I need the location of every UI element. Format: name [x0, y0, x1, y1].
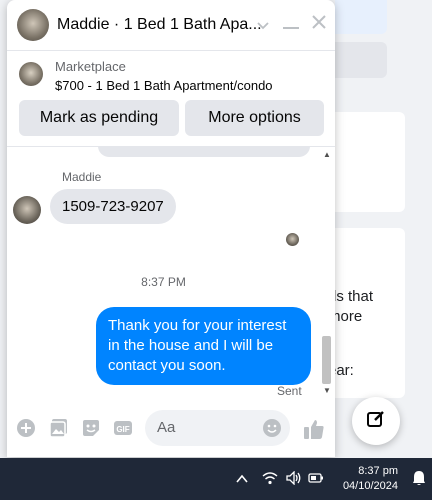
composer-bar: GIF Aa	[7, 398, 335, 457]
background-card	[335, 112, 405, 212]
incoming-message-bubble: 1509-723-9207	[50, 189, 176, 224]
new-message-button[interactable]	[352, 397, 400, 445]
sender-name: Maddie	[62, 170, 102, 184]
gif-icon[interactable]: GIF	[113, 418, 133, 438]
sender-avatar[interactable]	[13, 196, 41, 224]
sent-status: Sent	[277, 384, 302, 398]
clock-time: 8:37 pm	[358, 465, 398, 477]
compose-icon	[366, 409, 386, 434]
message-input-placeholder: Aa	[157, 419, 176, 436]
scrollbar-thumb[interactable]	[322, 336, 331, 384]
thumbs-up-icon[interactable]	[303, 418, 325, 440]
previous-message-bubble	[98, 147, 310, 157]
background-button	[335, 42, 387, 78]
clock-date: 04/10/2024	[342, 480, 398, 492]
chevron-up-icon[interactable]	[236, 471, 248, 487]
photo-icon[interactable]	[49, 418, 69, 438]
outgoing-message-bubble: Thank you for your interest in the house…	[96, 307, 311, 385]
sticker-icon[interactable]	[81, 418, 101, 438]
battery-icon[interactable]	[308, 471, 324, 488]
listing-thumbnail[interactable]	[19, 62, 43, 86]
message-timestamp: 8:37 PM	[141, 275, 186, 289]
notification-bell-icon[interactable]	[412, 470, 426, 491]
chevron-down-icon[interactable]	[255, 14, 271, 34]
close-icon[interactable]	[311, 14, 327, 34]
listing-title[interactable]: $700 - 1 Bed 1 Bath Apartment/condo	[55, 78, 273, 93]
svg-text:GIF: GIF	[116, 425, 129, 434]
more-options-button[interactable]: More options	[185, 100, 324, 136]
plus-circle-icon[interactable]	[16, 418, 36, 438]
wifi-icon[interactable]	[262, 471, 278, 488]
chat-title[interactable]: Maddie · 1 Bed 1 Bath Apa...	[57, 16, 262, 34]
message-list: Maddie 1509-723-9207 8:37 PM Thank you f…	[7, 146, 335, 398]
background-highlight	[335, 0, 387, 34]
taskbar: 8:37 pm 04/10/2024	[0, 458, 432, 500]
emoji-icon[interactable]	[262, 418, 282, 438]
scroll-up-icon[interactable]: ▲	[323, 150, 331, 159]
volume-icon[interactable]	[286, 470, 302, 488]
scroll-down-icon[interactable]: ▼	[323, 386, 331, 395]
chat-header[interactable]: Maddie · 1 Bed 1 Bath Apa...	[7, 0, 335, 50]
message-scrollbar[interactable]: ▲ ▼	[320, 146, 333, 398]
contact-avatar[interactable]	[17, 9, 49, 41]
chat-window: Maddie · 1 Bed 1 Bath Apa... Marketplace…	[7, 0, 335, 457]
minimize-icon[interactable]	[283, 14, 299, 34]
message-input[interactable]: Aa	[145, 410, 290, 446]
marketplace-label: Marketplace	[55, 59, 126, 74]
mark-as-pending-button[interactable]: Mark as pending	[19, 100, 179, 136]
seen-indicator-avatar	[286, 233, 299, 246]
background-margin	[407, 0, 432, 458]
clock[interactable]: 8:37 pm 04/10/2024	[338, 464, 398, 494]
